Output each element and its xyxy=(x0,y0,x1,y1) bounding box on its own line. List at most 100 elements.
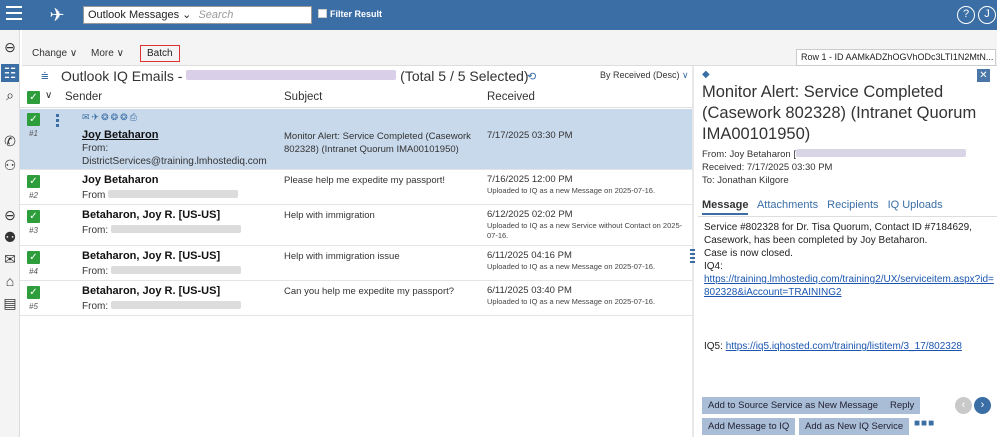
row-checkbox[interactable]: ✓ xyxy=(27,286,40,299)
help-button[interactable]: ? xyxy=(957,6,975,24)
table-row[interactable]: ✓ #2 Joy Betaharon From Please help me e… xyxy=(20,171,692,205)
iq4-link: https://training.lmhostediq.com/training… xyxy=(704,273,996,299)
tab-attachments[interactable]: Attachments xyxy=(757,199,818,211)
iq5-label: IQ5: xyxy=(704,341,723,352)
column-subject[interactable]: Subject xyxy=(284,91,322,103)
detail-to: To: Jonathan Kilgore xyxy=(702,175,789,186)
search-input[interactable]: Search xyxy=(198,9,233,21)
row-id-display: Row 1 - ID AAMkADZhOGVhODc3LTI1N2MtN... xyxy=(796,49,996,66)
building-icon[interactable]: ⌂ xyxy=(1,272,19,290)
message-line-1: Service #802328 for Dr. Tisa Quorum, Con… xyxy=(704,222,972,246)
mail-icon[interactable]: ✉ xyxy=(1,250,19,268)
detail-tabs: Message Attachments Recipients IQ Upload… xyxy=(702,199,949,215)
pane-splitter[interactable] xyxy=(690,66,695,437)
row-upload-note: Uploaded to IQ as a new Service without … xyxy=(487,221,683,240)
previous-icon[interactable]: ‹ xyxy=(955,397,972,414)
redacted-email xyxy=(108,190,239,198)
column-sender[interactable]: Sender xyxy=(65,91,102,103)
change-menu[interactable]: Change ∨ xyxy=(32,48,77,59)
row-from-label: From xyxy=(82,190,106,201)
user-avatar[interactable]: J xyxy=(978,6,996,24)
hamburger-menu-icon[interactable] xyxy=(6,6,22,22)
list-view-icon[interactable]: ☷ xyxy=(1,64,19,82)
iq4-link-text[interactable]: https://training.lmhostediq.com/training… xyxy=(704,274,994,298)
change-label: Change xyxy=(32,48,68,59)
filter-result-label: Filter Result xyxy=(330,9,383,19)
chevron-down-icon: ⌄ xyxy=(182,9,192,21)
iq5-link[interactable]: https://iq5.iqhosted.com/training/listit… xyxy=(726,341,962,352)
tab-recipients[interactable]: Recipients xyxy=(827,199,878,211)
drag-handle-icon[interactable] xyxy=(56,114,59,129)
sort-select[interactable]: By Received (Desc) ∨ xyxy=(600,70,689,81)
filter-result-checkbox[interactable] xyxy=(318,9,327,18)
app-logo-icon[interactable]: ✈ xyxy=(46,4,68,26)
select-all-checkbox[interactable]: ✓ xyxy=(27,91,40,104)
row-from: From: xyxy=(82,266,241,277)
table-row[interactable]: ✓ #5 Betaharon, Joy R. [US-US] From: Can… xyxy=(20,282,692,316)
table-row[interactable]: ✓ #4 Betaharon, Joy R. [US-US] From: Hel… xyxy=(20,247,692,281)
splitter-grip-icon[interactable] xyxy=(690,249,695,265)
row-number: #1 xyxy=(29,129,38,138)
add-service-button[interactable]: Add as New IQ Service xyxy=(799,418,910,435)
row-from-label: From: xyxy=(82,266,109,277)
chevron-down-icon: ∨ xyxy=(116,48,124,59)
row-sender[interactable]: Joy Betaharon xyxy=(82,129,158,141)
view-select[interactable]: Outlook Messages ⌄ Search xyxy=(83,6,312,24)
message-body: Service #802328 for Dr. Tisa Quorum, Con… xyxy=(704,221,996,273)
chevron-down-icon[interactable]: ∨ xyxy=(45,90,52,101)
chevron-down-icon: ∨ xyxy=(682,70,689,80)
close-icon[interactable]: ✕ xyxy=(977,69,990,82)
row-subject: Can you help me expedite my passport? xyxy=(284,286,455,297)
row-number: #4 xyxy=(29,267,38,276)
row-from: From xyxy=(82,190,239,201)
next-icon[interactable]: › xyxy=(974,397,991,414)
add-message-button[interactable]: Add Message to IQ xyxy=(702,418,796,435)
list-title-prefix: Outlook IQ Emails - xyxy=(61,68,183,84)
refresh-icon[interactable]: ⟲ xyxy=(527,70,536,83)
row-upload-note: Uploaded to IQ as a new Message on 2025-… xyxy=(487,186,656,195)
row-received: 7/16/2025 12:00 PM xyxy=(487,174,573,185)
row-subject: Help with immigration xyxy=(284,210,375,221)
iq5-line: IQ5: https://iq5.iqhosted.com/training/l… xyxy=(704,341,996,352)
filter-icon[interactable]: ⩧ xyxy=(41,68,49,84)
row-subject: Help with immigration issue xyxy=(284,251,400,262)
reply-button[interactable]: Reply xyxy=(884,397,921,414)
more-menu[interactable]: More ∨ xyxy=(91,48,124,59)
tray-icon[interactable]: ⊖ xyxy=(1,206,19,224)
row-from-label: From: xyxy=(82,225,109,236)
left-icon-rail: ⊖ ☷ ⌕ ✆ ⚇ ⊖ ⚉ ✉ ⌂ ▤ xyxy=(0,30,20,437)
inbox-icon[interactable]: ⊖ xyxy=(1,38,19,56)
view-select-value: Outlook Messages xyxy=(88,9,180,21)
column-received[interactable]: Received xyxy=(487,91,535,103)
row-checkbox[interactable]: ✓ xyxy=(27,175,40,188)
message-action-icons[interactable]: ✉✈❂❂❂⎙ xyxy=(82,112,139,123)
tab-iq-uploads[interactable]: IQ Uploads xyxy=(888,199,943,211)
row-from: From: xyxy=(82,225,241,236)
row-checkbox[interactable]: ✓ xyxy=(27,251,40,264)
redacted-email xyxy=(795,149,966,157)
document-icon[interactable]: ▤ xyxy=(1,294,19,312)
add-to-source-button[interactable]: Add to Source Service as New Message xyxy=(702,397,885,414)
filter-result-toggle[interactable]: Filter Result xyxy=(318,8,382,20)
table-row[interactable]: ✓ #1 ✉✈❂❂❂⎙ Joy Betaharon From: District… xyxy=(20,109,692,170)
search-icon[interactable]: ⌕ xyxy=(1,86,19,104)
tab-message[interactable]: Message xyxy=(702,199,749,215)
iq4-label: IQ4: xyxy=(704,261,723,272)
add-contact-icon[interactable]: ⚇ xyxy=(1,156,19,174)
row-checkbox[interactable]: ✓ xyxy=(27,210,40,223)
divider xyxy=(698,216,997,217)
phone-icon[interactable]: ✆ xyxy=(1,132,19,150)
batch-button[interactable]: Batch xyxy=(140,45,180,62)
detail-received: Received: 7/17/2025 03:30 PM xyxy=(702,162,833,173)
row-number: #2 xyxy=(29,191,38,200)
table-row[interactable]: ✓ #3 Betaharon, Joy R. [US-US] From: Hel… xyxy=(20,206,692,246)
row-from: From: DistrictServices@training.lmhosted… xyxy=(82,143,267,167)
expand-arrows-icon[interactable]: ◆ xyxy=(702,69,710,80)
detail-pane: ◆ ✕ Monitor Alert: Service Completed (Ca… xyxy=(698,66,997,437)
group-icon[interactable]: ⚉ xyxy=(1,228,19,246)
row-checkbox[interactable]: ✓ xyxy=(27,113,40,126)
sort-label: By Received (Desc) xyxy=(600,70,680,80)
more-options-icon[interactable]: ■■■ xyxy=(914,418,935,429)
row-subject: Monitor Alert: Service Completed (Casewo… xyxy=(284,131,471,155)
chevron-down-icon: ∨ xyxy=(69,48,78,59)
